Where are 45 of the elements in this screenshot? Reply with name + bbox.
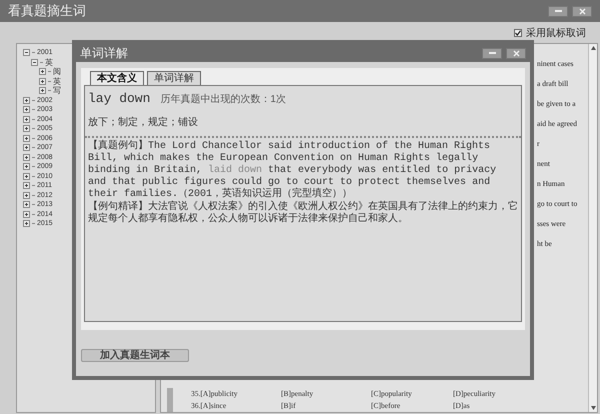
close-button[interactable] — [572, 6, 592, 16]
tree-item[interactable]: 写 — [53, 86, 61, 95]
expand-icon[interactable] — [39, 87, 46, 94]
close-button[interactable] — [506, 48, 526, 58]
collapse-icon[interactable] — [23, 49, 30, 56]
expand-icon[interactable] — [23, 106, 30, 113]
close-icon — [578, 8, 586, 14]
dialog-title: 单词详解 — [80, 45, 128, 62]
window-title: 看真题摘生词 — [8, 2, 86, 20]
expand-icon[interactable] — [23, 125, 30, 132]
tree-item[interactable]: 英 — [53, 76, 61, 86]
expand-icon[interactable] — [23, 163, 30, 170]
add-to-vocabulary-button[interactable]: 加入真题生词本 — [81, 349, 189, 362]
scroll-down-icon — [590, 406, 596, 410]
scroll-bar[interactable] — [588, 44, 597, 412]
close-icon — [512, 50, 520, 56]
checkbox[interactable] — [514, 29, 522, 37]
tab[interactable]: 本文含义 — [90, 71, 144, 85]
scroll-up-icon — [590, 46, 596, 50]
collapse-icon[interactable] — [31, 58, 38, 66]
check-icon — [515, 30, 521, 36]
minimize-button[interactable] — [548, 6, 568, 16]
occurrence-count: 历年真题中出现的次数：1次 — [160, 92, 286, 107]
expand-icon[interactable] — [23, 144, 30, 151]
expand-icon[interactable] — [23, 210, 30, 218]
expand-icon[interactable] — [23, 116, 30, 122]
expand-icon[interactable] — [23, 96, 30, 104]
tab[interactable]: 单词详解 — [147, 71, 201, 85]
expand-icon[interactable] — [23, 172, 30, 180]
expand-icon[interactable] — [23, 154, 30, 160]
expand-icon[interactable] — [23, 201, 30, 208]
expand-icon[interactable] — [23, 134, 30, 142]
checkbox-label: 采用鼠标取词 — [526, 26, 586, 40]
expand-icon[interactable] — [39, 78, 46, 84]
headword: lay down — [88, 90, 150, 108]
translation: 【例句精译】大法官说《人权法案》的引入使《欧洲人权公约》在英国具有了法律上的约束力，它规定每个人都享有隐私权，公众人物可以诉诸于法律来保护自己和家人。 — [87, 200, 519, 224]
tree-item[interactable]: 英 — [45, 58, 53, 66]
expand-icon[interactable] — [23, 192, 30, 198]
expand-icon[interactable] — [39, 68, 46, 75]
meaning: 放下；制定，规定；铺设 — [85, 108, 521, 138]
minimize-button[interactable] — [482, 48, 502, 58]
tree-item[interactable]: 阅 — [53, 67, 61, 76]
expand-icon[interactable] — [23, 182, 30, 189]
expand-icon[interactable] — [23, 220, 30, 227]
example-sentence: 【真题例句】The Lord Chancellor said introduction of the Human Rights Bill, which makes the European Convention on Human Rights legally binding in Britain, laid down that everybody was entitled to privacy and that public figures could go to court to protect themselves and their families.（2001，英语知识运用（完型填空）） — [87, 138, 498, 200]
